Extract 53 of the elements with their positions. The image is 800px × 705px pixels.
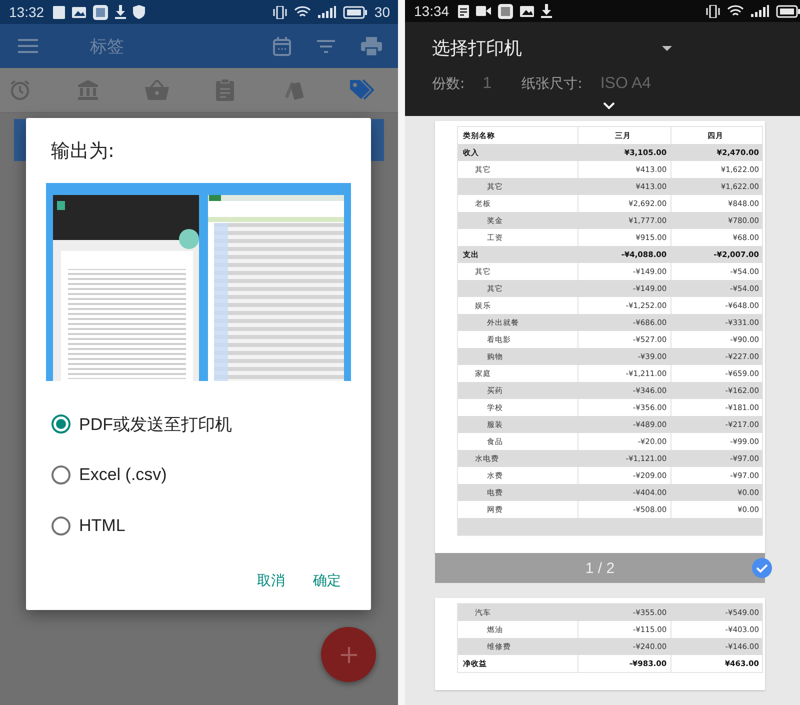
notification-icon <box>458 4 470 18</box>
filter-icon[interactable] <box>317 40 335 52</box>
signal-icon <box>751 5 769 18</box>
app-title: 标签 <box>90 36 124 58</box>
video-camera-icon <box>476 6 492 16</box>
shield-icon <box>133 5 146 19</box>
battery-icon <box>343 6 368 18</box>
cancel-button[interactable]: 取消 <box>247 566 295 596</box>
printer-selector[interactable]: 选择打印机 <box>432 36 522 60</box>
vibrate-icon <box>706 4 720 18</box>
radio-button[interactable] <box>51 516 71 536</box>
status-time: 13:34 <box>414 3 450 20</box>
print-icon[interactable] <box>361 36 382 56</box>
vibrate-icon <box>273 6 288 18</box>
option-label: HTML <box>79 516 126 536</box>
radio-button[interactable] <box>51 465 71 485</box>
download-icon <box>541 4 552 18</box>
notification-icon <box>53 6 66 18</box>
wifi-icon <box>727 4 744 18</box>
page-number: 1 / 2 <box>585 560 615 576</box>
export-option[interactable]: PDF或发送至打印机 <box>51 403 351 445</box>
bank-icon <box>77 79 100 101</box>
dialog-title: 输出为: <box>51 139 116 164</box>
signal-icon <box>318 6 336 18</box>
plus-icon <box>340 646 356 662</box>
app-icon <box>498 4 514 19</box>
option-label: PDF或发送至打印机 <box>79 414 232 436</box>
cards-icon <box>282 79 305 101</box>
status-time: 13:32 <box>9 4 44 20</box>
app-icon <box>93 4 108 20</box>
image-icon <box>72 6 86 18</box>
export-option[interactable]: Excel (.csv) <box>51 454 351 496</box>
tag-icon <box>348 79 375 101</box>
alarm-clock-icon <box>9 79 31 101</box>
menu-icon[interactable] <box>18 39 38 53</box>
battery-icon <box>776 4 800 18</box>
confirm-button[interactable]: 确定 <box>303 566 351 596</box>
clipboard-icon <box>216 79 234 101</box>
calendar-icon[interactable] <box>273 36 291 56</box>
dropdown-icon[interactable] <box>662 46 672 51</box>
copies-label: 份数: <box>432 75 465 94</box>
expand-icon[interactable] <box>603 102 615 110</box>
add-button[interactable] <box>321 627 376 682</box>
image-icon <box>520 6 534 17</box>
wifi-icon <box>294 6 312 18</box>
paper-size-label: 纸张尺寸: <box>522 75 582 94</box>
export-option[interactable]: HTML <box>51 505 351 547</box>
radio-button[interactable] <box>51 414 71 434</box>
basket-icon <box>144 80 169 100</box>
option-label: Excel (.csv) <box>79 465 167 485</box>
download-icon <box>115 5 126 19</box>
battery-level: 30 <box>374 4 390 20</box>
check-icon[interactable] <box>751 557 773 579</box>
